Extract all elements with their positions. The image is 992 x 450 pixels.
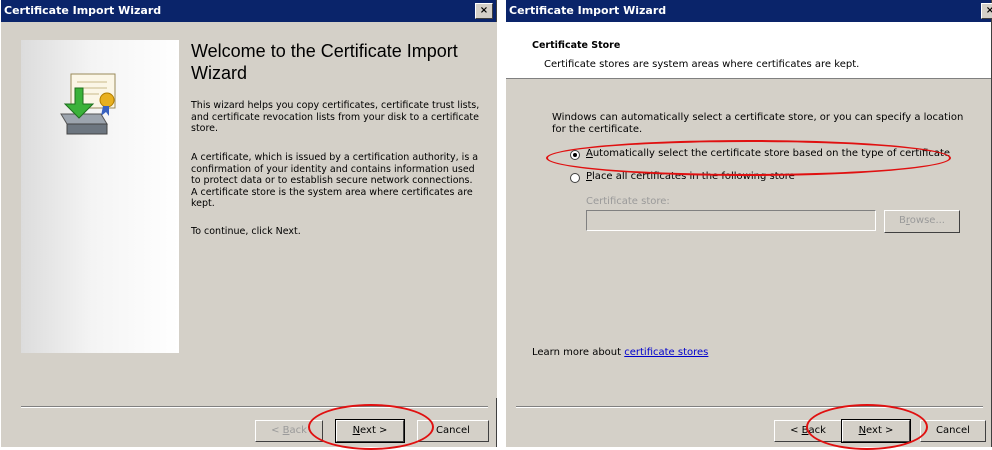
close-button[interactable]: × (981, 3, 992, 19)
back-button[interactable]: < Back (255, 420, 323, 442)
certificate-store-field[interactable] (586, 210, 876, 231)
title-bar[interactable]: Certificate Import Wizard × (1, 0, 496, 22)
page-title: Certificate Store (532, 40, 621, 51)
title-bar[interactable]: Certificate Import Wizard × (506, 0, 992, 22)
cancel-button[interactable]: Cancel (417, 420, 489, 442)
window-title: Certificate Import Wizard (4, 4, 162, 17)
certificate-stores-link[interactable]: certificate stores (624, 347, 708, 358)
button-separator (516, 406, 983, 408)
place-in-store-label[interactable]: Place all certificates in the following … (586, 171, 795, 182)
next-button[interactable]: Next > (841, 419, 911, 443)
auto-select-radio[interactable] (570, 150, 580, 160)
auto-select-label[interactable]: Automatically select the certificate sto… (586, 148, 950, 159)
continue-instruction: To continue, click Next. (191, 226, 301, 237)
certificate-store-wizard-window: Certificate Import Wizard × Certificate … (505, 0, 992, 450)
cancel-button[interactable]: Cancel (920, 420, 986, 442)
place-in-store-radio[interactable] (570, 173, 580, 183)
learn-more-text: Learn more about certificate stores (532, 347, 709, 358)
intro-paragraph: This wizard helps you copy certificates,… (191, 100, 480, 134)
back-button[interactable]: < Back (774, 420, 842, 442)
wizard-sidebar-image (21, 40, 179, 353)
store-description: Windows can automatically select a certi… (552, 112, 964, 135)
welcome-heading: Welcome to the Certificate Import Wizard (191, 41, 458, 83)
window-title: Certificate Import Wizard (509, 4, 667, 17)
welcome-wizard-window: Certificate Import Wizard × Welcome to t… (0, 0, 497, 450)
button-separator (21, 406, 488, 408)
certificate-explanation: A certificate, which is issued by a cert… (191, 152, 479, 209)
browse-button[interactable]: Browse... (884, 210, 960, 233)
next-button[interactable]: Next > (335, 419, 405, 443)
page-subtitle: Certificate stores are system areas wher… (544, 59, 860, 70)
wizard-header: Certificate Store Certificate stores are… (506, 22, 991, 79)
certificate-import-icon (60, 73, 116, 135)
close-button[interactable]: × (475, 3, 493, 19)
certificate-store-label: Certificate store: (586, 196, 670, 207)
